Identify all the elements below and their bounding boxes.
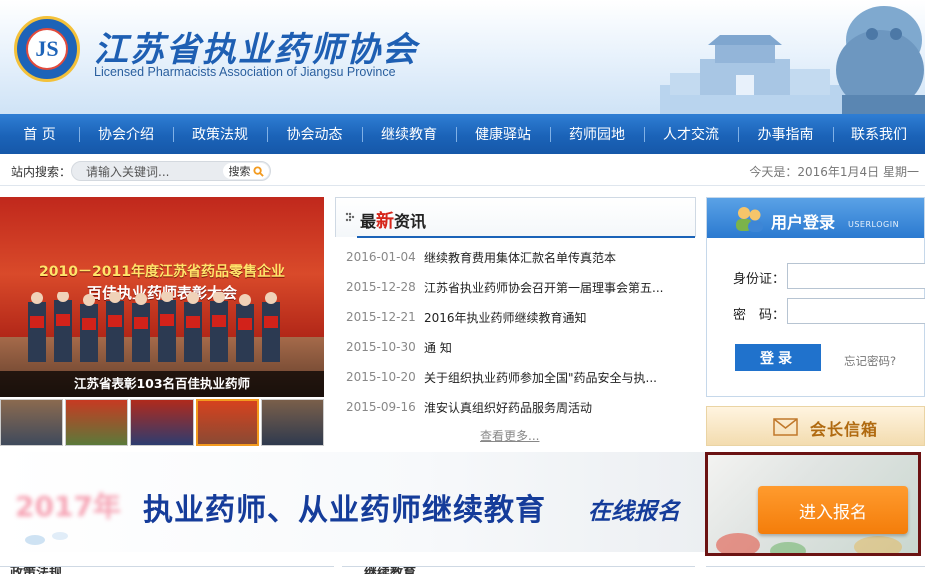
slider-thumbnail-2[interactable] <box>65 399 129 446</box>
news-link[interactable]: 淮安认真组织好药品服务周活动 <box>424 399 696 416</box>
news-title-suffix: 资讯 <box>394 212 427 231</box>
pills-decoration-icon <box>25 532 68 545</box>
nav-item-talent[interactable]: 人才交流 <box>644 114 738 154</box>
news-item[interactable]: 2015-12-21 2016年执业药师继续教育通知 <box>335 302 696 332</box>
main-navigation: 首 页 协会介绍 政策法规 协会动态 继续教育 健康驿站 药师园地 人才交流 办… <box>0 114 925 154</box>
search-button-label: 搜索 <box>228 165 251 178</box>
slider-thumbnail-1[interactable] <box>0 399 64 446</box>
news-item[interactable]: 2015-12-28 江苏省执业药师协会召开第一届理事会第五... <box>335 272 696 302</box>
nav-item-about[interactable]: 协会介绍 <box>79 114 173 154</box>
emblem-mark: JS <box>35 36 59 61</box>
bottom-sections: 政策法规 继续教育 <box>0 560 925 574</box>
search-input[interactable] <box>86 164 206 179</box>
news-date: 2015-10-30 <box>346 340 416 354</box>
news-link[interactable]: 关于组织执业药师参加全国"药品安全与执... <box>424 369 696 386</box>
banner-year: 2017年 <box>15 490 121 523</box>
award-recipients-image <box>28 292 280 362</box>
photo-slider[interactable]: 2010－2011年度江苏省药品零售企业 百佳执业药师表彰大会 <box>0 197 324 397</box>
news-title-highlight: 新 <box>376 211 395 232</box>
stone-lion-decoration-icon <box>836 6 925 114</box>
banner-online-signup: 在线报名 <box>588 499 680 525</box>
search-label: 站内搜索： <box>11 165 72 179</box>
user-login-panel: 用户登录 USERLOGIN 身份证： 密 码： 登录 忘记密码? <box>706 197 925 397</box>
nav-item-policy[interactable]: 政策法规 <box>173 114 267 154</box>
banner-headline: 执业药师、从业药师继续教育 <box>143 493 546 528</box>
news-date: 2016-01-04 <box>346 250 416 264</box>
city-gate-decoration-icon <box>660 35 850 114</box>
news-date: 2015-10-20 <box>346 370 416 384</box>
continuing-education-banner[interactable]: 2017年 执业药师、从业药师继续教育 在线报名 <box>0 452 705 552</box>
id-number-input[interactable] <box>787 263 925 289</box>
news-link[interactable]: 通 知 <box>424 339 696 356</box>
site-logo-title[interactable]: 江苏省执业药师协会 <box>94 22 418 71</box>
site-logo-subtitle: Licensed Pharmacists Association of Jian… <box>94 65 396 79</box>
news-date: 2015-09-16 <box>346 400 416 414</box>
slide-banner-title: 2010－2011年度江苏省药品零售企业 <box>39 264 285 280</box>
users-icon <box>736 207 763 232</box>
bottom-section-policy-title[interactable]: 政策法规 <box>10 567 62 574</box>
news-date: 2015-12-28 <box>346 280 416 294</box>
nav-item-news[interactable]: 协会动态 <box>267 114 362 154</box>
slider-thumbnails <box>0 399 325 446</box>
bottom-section-education-title[interactable]: 继续教育 <box>364 567 416 574</box>
association-emblem-icon[interactable]: JS <box>14 16 80 82</box>
nav-item-guide[interactable]: 办事指南 <box>738 114 833 154</box>
login-header: 用户登录 USERLOGIN <box>707 198 924 238</box>
search-bar: 站内搜索： 搜索 今天是：2016年1月4日 星期一 <box>0 154 925 186</box>
id-label: 身份证： <box>733 272 786 287</box>
slider-thumbnail-4[interactable] <box>195 399 259 446</box>
news-link[interactable]: 2016年执业药师继续教育通知 <box>424 309 696 326</box>
nav-item-education[interactable]: 继续教育 <box>362 114 456 154</box>
news-link[interactable]: 江苏省执业药师协会召开第一届理事会第五... <box>424 279 696 296</box>
forgot-password-link[interactable]: 忘记密码? <box>844 353 896 369</box>
login-title-en: USERLOGIN <box>848 220 900 229</box>
login-button[interactable]: 登录 <box>735 344 821 371</box>
enroll-button[interactable]: 进入报名 <box>758 486 908 534</box>
slider-thumbnail-5[interactable] <box>260 399 325 446</box>
current-date: 今天是：2016年1月4日 星期一 <box>749 165 919 179</box>
nav-item-contact[interactable]: 联系我们 <box>833 114 925 154</box>
site-header: JS 江苏省执业药师协会 Licensed Pharmacists Associ… <box>0 0 925 114</box>
nav-item-pharmacist[interactable]: 药师园地 <box>550 114 644 154</box>
bottom-section-divider <box>706 566 925 574</box>
news-date: 2015-12-21 <box>346 310 416 324</box>
news-item[interactable]: 2015-09-16 淮安认真组织好药品服务周活动 <box>335 392 696 422</box>
nav-item-home[interactable]: 首 页 <box>0 114 79 154</box>
news-item[interactable]: 2015-10-30 通 知 <box>335 332 696 362</box>
dots-bullet-icon <box>345 212 355 222</box>
view-more-link[interactable]: 查看更多... <box>480 427 539 444</box>
slider-thumbnail-3[interactable] <box>130 399 194 446</box>
password-input[interactable] <box>787 298 925 324</box>
password-label: 密 码： <box>733 308 786 323</box>
enroll-panel: 进入报名 <box>705 452 921 556</box>
news-list: 2016-01-04 继续教育费用集体汇款名单传真范本 2015-12-28 江… <box>335 242 696 422</box>
news-link[interactable]: 继续教育费用集体汇款名单传真范本 <box>424 249 696 266</box>
slide-caption[interactable]: 江苏省表彰103名百佳执业药师 <box>0 371 324 397</box>
news-header: 最新资讯 <box>335 197 696 238</box>
president-mailbox-button[interactable]: 会长信箱 <box>706 406 925 446</box>
news-title-prefix: 最 <box>360 212 377 231</box>
search-icon <box>252 165 264 177</box>
envelope-icon <box>773 418 798 436</box>
latest-news-panel: 最新资讯 2016-01-04 继续教育费用集体汇款名单传真范本 2015-12… <box>335 197 696 447</box>
search-box: 搜索 <box>71 161 271 181</box>
news-item[interactable]: 2015-10-20 关于组织执业药师参加全国"药品安全与执... <box>335 362 696 392</box>
login-title: 用户登录 <box>771 213 836 232</box>
news-header-underline <box>357 236 695 238</box>
news-title: 最新资讯 <box>360 207 426 233</box>
news-item[interactable]: 2016-01-04 继续教育费用集体汇款名单传真范本 <box>335 242 696 272</box>
nav-item-health[interactable]: 健康驿站 <box>456 114 550 154</box>
president-mailbox-label: 会长信箱 <box>810 420 879 439</box>
search-button[interactable]: 搜索 <box>223 163 269 179</box>
